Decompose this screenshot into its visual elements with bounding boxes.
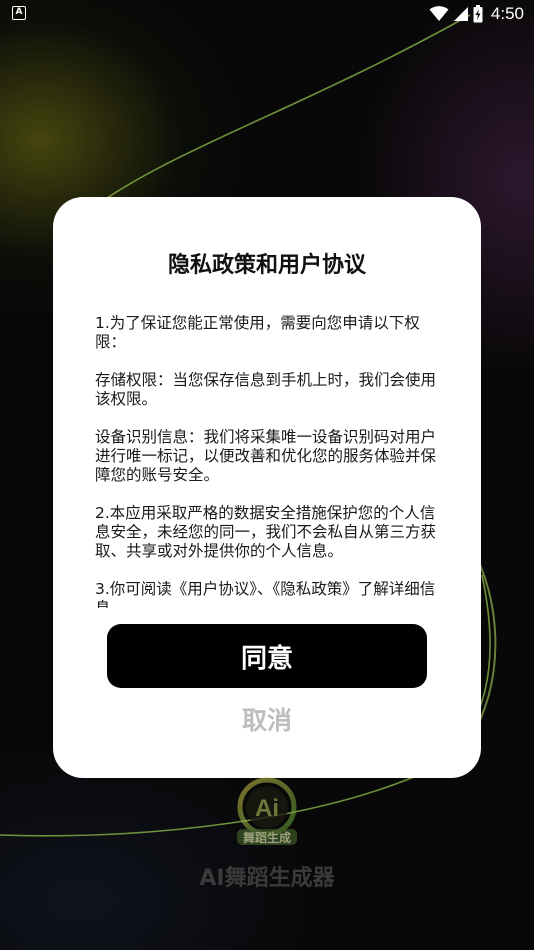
status-icons: 4:50: [429, 3, 524, 25]
screen: A 4:50 隐私政策和用户协议 1.为了保证您能正常使用，需要向您申请以下权限…: [0, 0, 534, 950]
app-name: AI舞蹈生成器: [199, 866, 335, 891]
agree-button[interactable]: 同意: [107, 624, 427, 688]
cell-signal-icon: [453, 7, 468, 21]
wifi-icon: [429, 6, 449, 21]
paragraph-device-id: 设备识别信息：我们将采集唯一设备识别码对用户进行唯一标记，以便改善和优化您的服务…: [95, 428, 437, 484]
status-bar: A 4:50: [0, 0, 534, 28]
notification-icon: A: [12, 6, 26, 20]
dialog-title: 隐私政策和用户协议: [167, 253, 366, 278]
svg-text:舞蹈生成: 舞蹈生成: [242, 830, 291, 845]
svg-text:Ai: Ai: [255, 795, 279, 822]
battery-charging-icon: [473, 5, 483, 23]
paragraph-data-security: 2.本应用采取严格的数据安全措施保护您的个人信息安全，未经您的同一，我们不会私自…: [95, 504, 437, 560]
paragraph-permissions-intro: 1.为了保证您能正常使用，需要向您申请以下权限：: [95, 314, 420, 351]
cancel-button[interactable]: 取消: [197, 696, 337, 742]
status-time: 4:50: [490, 4, 524, 23]
paragraph-storage-permission: 存储权限：当您保存信息到手机上时，我们会使用该权限。: [95, 371, 437, 408]
paragraph-read-agreements[interactable]: 3.你可阅读《用户协议》、《隐私政策》了解详细信息。: [95, 580, 441, 608]
privacy-dialog: 隐私政策和用户协议 1.为了保证您能正常使用，需要向您申请以下权限： 存储权限：…: [53, 197, 481, 778]
dialog-content[interactable]: 1.为了保证您能正常使用，需要向您申请以下权限： 存储权限：当您保存信息到手机上…: [95, 314, 441, 608]
app-logo: Ai 舞蹈生成: [237, 777, 297, 845]
